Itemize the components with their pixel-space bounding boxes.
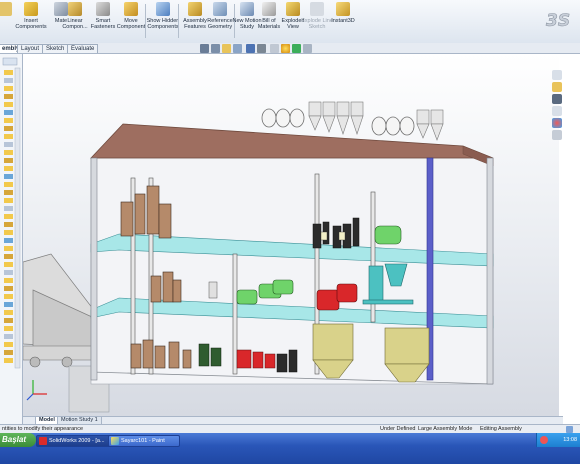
design-library-icon[interactable] <box>552 82 562 92</box>
windows-taskbar: Başlat SolidWorks 2009 - [a... Sayarc101… <box>0 433 580 464</box>
move-component-button[interactable]: Move Component <box>114 2 148 30</box>
display-style-icon[interactable] <box>257 44 266 53</box>
explode-line-sketch-icon <box>310 2 324 16</box>
fastener-icon <box>96 2 110 16</box>
command-manager-tabs: embly Layout Sketch Evaluate <box>0 43 580 54</box>
tab-layout[interactable]: Layout <box>17 44 44 53</box>
tab-sketch[interactable]: Sketch <box>42 44 69 53</box>
previous-view-icon[interactable] <box>222 44 231 53</box>
edit-appearance-icon[interactable] <box>281 44 290 53</box>
clock: 13:08 <box>563 437 577 443</box>
command-manager: Insert Components Mate Linear Compon... … <box>0 0 580 44</box>
tree-item-icons <box>4 70 13 363</box>
taskbar-item-solidworks[interactable]: SolidWorks 2009 - [a... <box>36 435 118 447</box>
solidworks-resources-icon[interactable] <box>552 70 562 80</box>
roof-cyclones <box>261 101 444 141</box>
task-pane-tabs <box>552 70 564 150</box>
exploded-view-icon <box>286 2 300 16</box>
apply-scene-icon[interactable] <box>292 44 301 53</box>
tray-alert-icon[interactable] <box>540 436 548 444</box>
feature-tree-icons <box>2 57 21 369</box>
paint-app-icon <box>111 437 119 445</box>
section-view-icon[interactable] <box>233 44 242 53</box>
ds-solidworks-logo-icon: 3S <box>546 11 571 32</box>
tab-evaluate[interactable]: Evaluate <box>67 44 99 53</box>
insert-components-icon <box>24 2 38 16</box>
feature-manager-tree <box>0 54 23 424</box>
view-orientation-icon[interactable] <box>246 44 255 53</box>
upper-green-dryer <box>374 225 402 245</box>
move-component-icon <box>124 2 138 16</box>
start-button[interactable]: Başlat <box>0 433 36 447</box>
view-settings-icon[interactable] <box>303 44 312 53</box>
bill-of-materials-icon <box>262 2 276 16</box>
solidworks-app-icon <box>39 437 47 445</box>
linear-pattern-icon <box>68 2 82 16</box>
tree-scrollbar <box>14 67 21 369</box>
custom-properties-icon[interactable] <box>552 130 562 140</box>
xyz-triad-icon <box>26 380 47 401</box>
zoom-area-icon[interactable] <box>211 44 220 53</box>
show-hidden-components-button[interactable]: Show Hidden Components <box>146 2 180 30</box>
component-icon <box>0 2 12 16</box>
zoom-to-fit-icon[interactable] <box>200 44 209 53</box>
svg-text:3S: 3S <box>546 11 570 31</box>
reference-geometry-icon <box>213 2 227 16</box>
view-palette-icon[interactable] <box>552 106 562 116</box>
appearances-scenes-icon[interactable] <box>552 118 562 128</box>
system-tray: 13:08 <box>536 433 580 447</box>
middle-white-cabinet <box>208 281 218 299</box>
factory-assembly-model[interactable] <box>23 54 559 416</box>
assembly-features-icon <box>188 2 202 16</box>
graphics-viewport[interactable] <box>23 54 559 416</box>
show-hidden-icon <box>156 2 170 16</box>
tree-header-icon <box>2 57 18 66</box>
file-explorer-icon[interactable] <box>552 94 562 104</box>
taskbar-item-paint[interactable]: Sayarc101 - Paint <box>108 435 180 447</box>
instant3d-button[interactable]: Instant3D <box>326 2 360 24</box>
insert-components-button[interactable]: Insert Components <box>14 2 48 30</box>
hide-show-items-icon[interactable] <box>270 44 279 53</box>
help-icon[interactable] <box>566 426 573 433</box>
instant3d-icon <box>336 2 350 16</box>
